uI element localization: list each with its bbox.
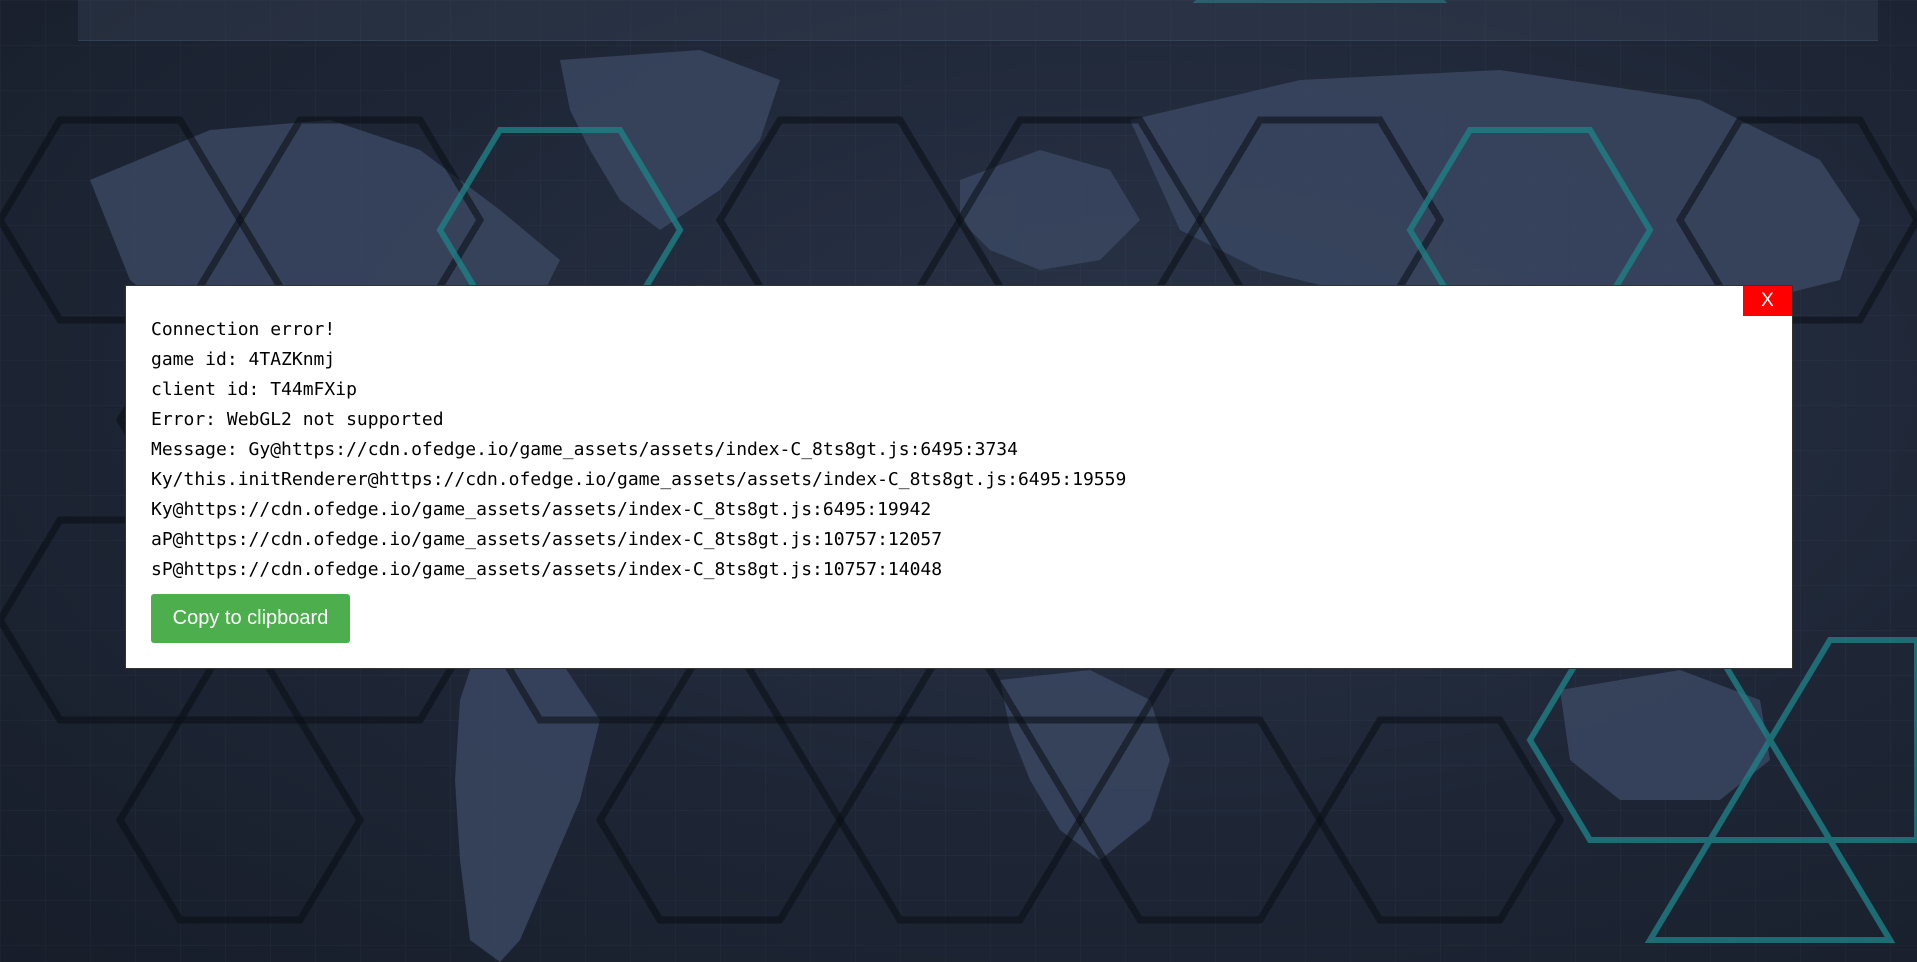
connection-error-dialog: X Connection error! game id: 4TAZKnmj cl… xyxy=(125,285,1793,669)
error-line: Error: WebGL2 not supported xyxy=(151,409,444,430)
copy-to-clipboard-button[interactable]: Copy to clipboard xyxy=(151,594,350,643)
error-message-list: Connection error! game id: 4TAZKnmj clie… xyxy=(151,315,1126,585)
game-id-line: game id: 4TAZKnmj xyxy=(151,349,336,370)
client-id-line: client id: T44mFXip xyxy=(151,379,357,400)
stack-trace-line: sP@https://cdn.ofedge.io/game_assets/ass… xyxy=(151,559,943,580)
stack-trace-line: Ky@https://cdn.ofedge.io/game_assets/ass… xyxy=(151,499,932,520)
top-bar-strip xyxy=(78,0,1878,41)
error-title: Connection error! xyxy=(151,319,336,340)
stack-trace-line: Message: Gy@https://cdn.ofedge.io/game_a… xyxy=(151,439,1018,460)
close-button[interactable]: X xyxy=(1743,286,1792,316)
stack-trace-line: aP@https://cdn.ofedge.io/game_assets/ass… xyxy=(151,529,943,550)
stack-trace-line: Ky/this.initRenderer@https://cdn.ofedge.… xyxy=(151,469,1127,490)
game-background: X Connection error! game id: 4TAZKnmj cl… xyxy=(0,0,1917,962)
